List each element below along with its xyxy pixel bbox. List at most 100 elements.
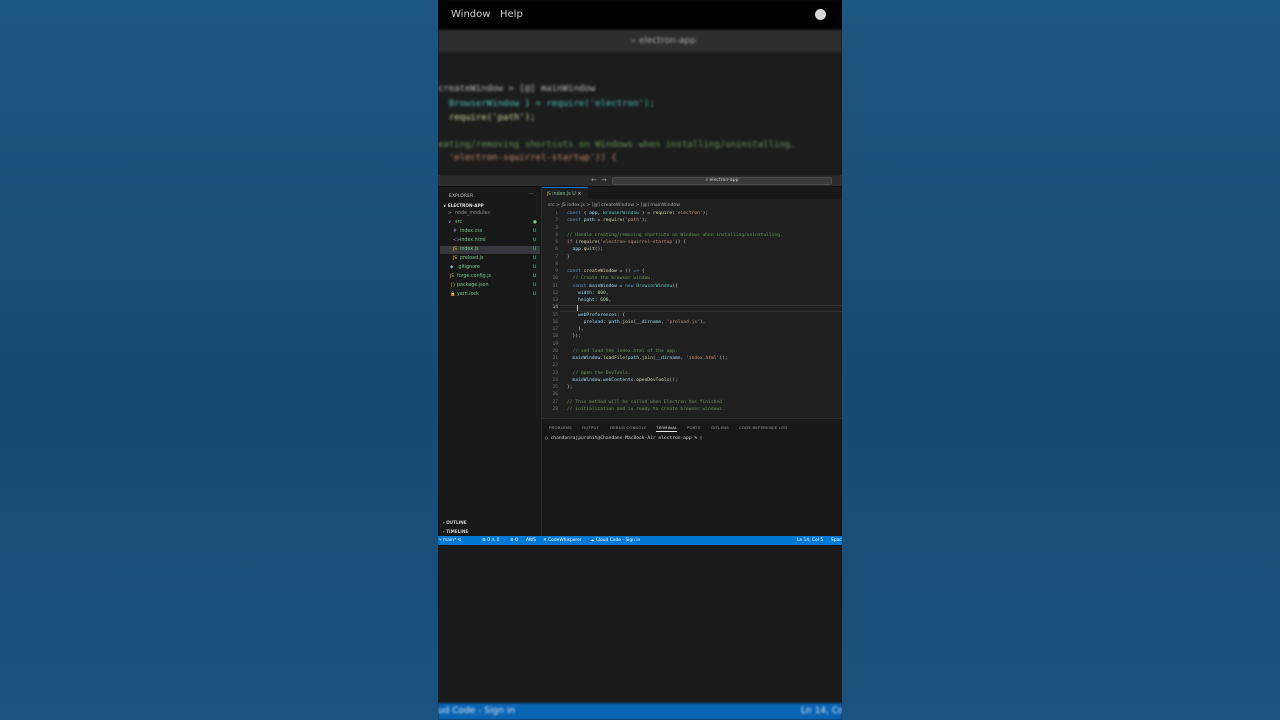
file-type-icon: <> — [453, 238, 461, 243]
line-number: 7 — [555, 254, 558, 260]
panel-tab-problems[interactable]: PROBLEMS — [549, 425, 572, 430]
terminal-prompt[interactable]: ○ chandanrajpurohit@Chandans-MacBook-Air… — [545, 436, 703, 441]
zoomed-code-line: 'electron-squirrel-startup')) { — [438, 153, 617, 163]
file-tree-item[interactable]: JS preload.js U — [440, 255, 540, 263]
code-line: width: 800, — [578, 290, 609, 296]
code-line: mainWindow.loadFile(path.join(__dirname,… — [572, 356, 728, 361]
line-number: 15 — [552, 312, 558, 318]
title-bar: ← → ⌕ electron-app — [438, 175, 842, 187]
git-status-badge: U — [533, 256, 537, 261]
status-ports[interactable]: ⊚ 0 — [510, 537, 518, 544]
git-status-badge: ● — [533, 220, 537, 225]
file-tree-item[interactable]: ∨ src ● — [440, 219, 540, 227]
video-frame: Window Help ⌕ electron-app createWindow … — [438, 0, 842, 720]
background-left — [0, 0, 438, 720]
status-problems[interactable]: ⊗ 0 ⚠ 0 — [482, 537, 499, 544]
zoomed-menubar — [438, 0, 842, 30]
file-tree-item[interactable]: > node_modules — [440, 210, 540, 218]
panel-tab-code-reference-log[interactable]: CODE REFERENCE LOG — [739, 425, 788, 430]
current-line-highlight — [560, 304, 842, 312]
forward-arrow-icon[interactable]: → — [601, 176, 607, 184]
file-type-icon: > — [448, 211, 452, 216]
file-name: package.json — [457, 283, 489, 288]
code-line: // This method will be called when Elect… — [567, 399, 722, 405]
code-line: if (require('electron-squirrel-startup')… — [567, 240, 687, 245]
zoomed-code-line: BrowserWindow } = require('electron'); — [438, 99, 655, 109]
line-number: 16 — [552, 319, 558, 325]
code-editor[interactable]: 1 const { app, BrowserWindow } = require(… — [542, 211, 842, 418]
outline-section[interactable]: › OUTLINE — [443, 520, 467, 525]
menu-window: Window — [451, 9, 491, 20]
code-line: } — [567, 254, 570, 260]
timeline-section[interactable]: › TIMELINE — [443, 529, 468, 534]
git-status-badge: U — [533, 238, 537, 243]
file-tree-item[interactable]: JS index.js U — [440, 246, 540, 254]
line-number: 28 — [552, 406, 558, 412]
file-tree-item[interactable]: ◆ .gitignore U — [440, 264, 540, 272]
zoomed-status-left: ud Code - Sign in — [438, 706, 515, 716]
tab-bar: JS index.js U × — [542, 187, 842, 199]
control-center-icon — [815, 9, 826, 20]
code-line: }, — [567, 327, 584, 332]
git-status-badge: U — [533, 283, 537, 288]
command-center-search[interactable]: ⌕ electron-app — [612, 177, 832, 185]
file-type-icon: # — [453, 229, 457, 234]
file-tree-item[interactable]: # index.css U — [440, 228, 540, 236]
zoomed-code-line: createWindow > [@] mainWindow — [438, 84, 596, 94]
status-spaces[interactable]: Spac — [831, 537, 842, 544]
panel-tab-gitlens[interactable]: GITLENS — [711, 425, 729, 430]
code-line: webPreferences: { — [578, 312, 626, 318]
status-cursor-position[interactable]: Ln 14, Col 5 — [797, 537, 823, 544]
file-name: .gitignore — [457, 265, 480, 270]
panel-tab-terminal[interactable]: TERMINAL — [656, 425, 678, 432]
line-number: 3 — [555, 225, 558, 231]
line-number: 10 — [552, 276, 558, 282]
file-name: index.html — [460, 238, 486, 243]
line-number: 23 — [552, 370, 558, 376]
file-name: forge.config.js — [457, 274, 492, 279]
panel-tab-debug-console[interactable]: DEBUG CONSOLE — [610, 425, 647, 430]
line-number: 1 — [555, 211, 558, 216]
code-line: }); — [567, 334, 581, 340]
status-branch[interactable]: ⑂ main* ⟲ — [439, 537, 461, 544]
close-tab-icon[interactable]: × — [577, 192, 581, 197]
code-line: // initialization and is ready to create… — [567, 406, 725, 412]
explorer-sidebar: EXPLORER ··· ∨ ELECTRON-APP > node_module… — [438, 187, 542, 536]
code-line: app.quit(); — [572, 247, 604, 253]
back-arrow-icon[interactable]: ← — [591, 176, 597, 184]
line-number: 13 — [552, 298, 558, 303]
panel-tab-ports[interactable]: PORTS — [687, 425, 701, 430]
file-name: preload.js — [460, 256, 484, 261]
code-line: const { app, BrowserWindow } = require('… — [567, 211, 709, 216]
more-actions-icon[interactable]: ··· — [529, 191, 534, 197]
file-name: index.css — [460, 229, 483, 234]
code-line: preload: path.join(__dirname, 'preload.j… — [583, 319, 706, 325]
line-number: 20 — [552, 348, 558, 354]
code-line: // and load the index.html of the app. — [572, 348, 678, 354]
line-number: 25 — [552, 385, 558, 390]
git-status-badge: U — [533, 247, 537, 252]
tab-index-js[interactable]: JS index.js U × — [542, 187, 588, 199]
code-line: }; — [567, 385, 573, 390]
file-tree-item[interactable]: <>index.html U — [440, 237, 540, 245]
status-aws[interactable]: AWS — [526, 537, 536, 544]
js-file-icon: JS — [547, 191, 551, 196]
vscode-window: ← → ⌕ electron-app EXPLORER ··· ∨ ELECTR… — [438, 175, 842, 545]
breadcrumb[interactable]: src > JS index.js > [@] createWindow > [… — [548, 203, 680, 208]
file-tree-item[interactable]: {}package.json U — [440, 282, 540, 290]
line-number: 2 — [555, 218, 558, 224]
panel-tab-output[interactable]: OUTPUT — [582, 425, 599, 430]
file-type-icon: JS — [450, 274, 455, 279]
line-number: 12 — [552, 290, 558, 296]
project-folder[interactable]: ∨ ELECTRON-APP — [443, 203, 484, 208]
code-line: const mainWindow = new BrowserWindow({ — [572, 283, 678, 289]
line-number: 22 — [552, 363, 558, 369]
zoomed-code-line: require('path'); — [438, 113, 536, 123]
status-cloud-code[interactable]: ☁ Cloud Code - Sign in — [590, 537, 640, 544]
file-tree-item[interactable]: JS forge.config.js U — [440, 273, 540, 281]
status-codewhisperer[interactable]: ✕ CodeWhisperer — [543, 537, 582, 544]
file-tree-item[interactable]: 🔒 yarn.lock U — [440, 291, 540, 299]
line-number: 24 — [552, 377, 558, 383]
file-type-icon: ◆ — [450, 265, 454, 270]
zoomed-search-title: ⌕ electron-app — [631, 36, 696, 46]
